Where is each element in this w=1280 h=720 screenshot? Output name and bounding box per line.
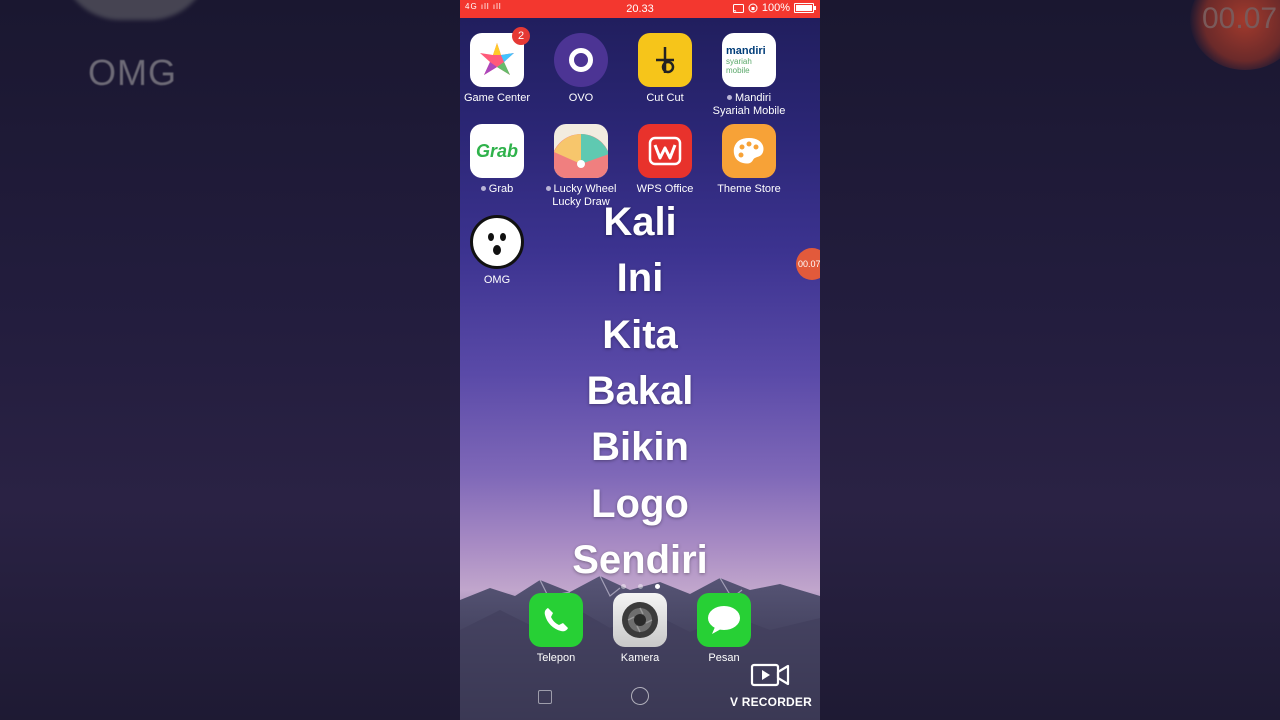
background-omg-label: OMG (88, 52, 177, 93)
overlay-line: Ini (616, 256, 664, 300)
message-icon (697, 593, 751, 647)
phone-icon (529, 593, 583, 647)
page-dot[interactable] (637, 584, 643, 589)
app-label: Game Center (463, 92, 531, 104)
dock-app-kamera[interactable]: Kamera (598, 593, 682, 664)
grab-icon: Grab (470, 124, 524, 178)
overlay-line: Bakal (586, 369, 694, 413)
mandiri-syariah-icon: mandiri syariah mobile (722, 33, 776, 87)
notification-badge: 2 (512, 27, 530, 45)
phone-screen: 4G ıll ıll 20.33 100% 2 Game Center OVO (460, 0, 820, 720)
dock-label: Kamera (620, 652, 660, 664)
dock-app-telepon[interactable]: Telepon (514, 593, 598, 664)
background-left: OMG (0, 0, 460, 720)
theme-store-icon (722, 124, 776, 178)
recording-timer: 00.07 (798, 259, 820, 269)
wps-office-icon (638, 124, 692, 178)
lucky-wheel-icon (554, 124, 608, 178)
app-label: Theme Store (717, 183, 781, 195)
home-button-icon[interactable] (631, 687, 649, 705)
video-recorder-icon (750, 663, 790, 687)
dock-label: Telepon (536, 652, 576, 664)
game-center-icon: 2 (470, 27, 530, 87)
rotation-lock-icon (748, 3, 758, 13)
app-theme-store[interactable]: Theme Store (707, 124, 791, 196)
app-label: Grab (488, 183, 514, 195)
app-label: WPS Office (636, 183, 694, 195)
recent-apps-icon[interactable] (538, 690, 552, 704)
app-label: OVO (568, 92, 594, 104)
app-game-center[interactable]: 2 Game Center (460, 27, 539, 105)
app-lucky-wheel[interactable]: Lucky Wheel Lucky Draw (539, 124, 623, 209)
battery-percent: 100% (761, 2, 790, 14)
app-ovo[interactable]: OVO (539, 33, 623, 105)
app-label: Mandiri Syariah Mobile (712, 92, 786, 117)
camera-icon (613, 593, 667, 647)
app-wps-office[interactable]: WPS Office (623, 124, 707, 196)
cut-cut-icon (638, 33, 692, 87)
background-right: 00.07 (820, 0, 1280, 720)
ovo-icon (554, 33, 608, 87)
watermark-label: V RECORDER (729, 695, 812, 709)
app-label: Cut Cut (646, 92, 684, 104)
page-indicator (460, 576, 820, 594)
mandiri-logo-subtext: syariah mobile (726, 57, 752, 75)
recording-timer-bubble[interactable]: 00.07 (796, 248, 820, 280)
app-cut-cut[interactable]: Cut Cut (623, 33, 707, 105)
overlay-line: Kali (603, 200, 677, 244)
mandiri-logo-text: mandiri (726, 45, 766, 57)
v-recorder-watermark: V RECORDER (726, 662, 816, 709)
battery-icon (794, 3, 816, 13)
page-dot[interactable] (620, 584, 626, 589)
background-timer: 00.07 (1202, 2, 1278, 35)
status-bar: 4G ıll ıll 20.33 100% (460, 0, 820, 18)
app-grab[interactable]: Grab Grab (460, 124, 539, 196)
cast-icon (732, 3, 744, 13)
page-dot-active[interactable] (654, 584, 660, 589)
grab-logo-text: Grab (475, 140, 518, 161)
overlay-line: Kita (602, 313, 678, 357)
overlay-line: Logo (591, 482, 689, 526)
omg-icon-blurred (60, 0, 210, 20)
dock-app-pesan[interactable]: Pesan (682, 593, 766, 664)
overlay-line: Bikin (591, 425, 689, 469)
app-mandiri-syariah[interactable]: mandiri syariah mobile Mandiri Syariah M… (707, 33, 791, 118)
